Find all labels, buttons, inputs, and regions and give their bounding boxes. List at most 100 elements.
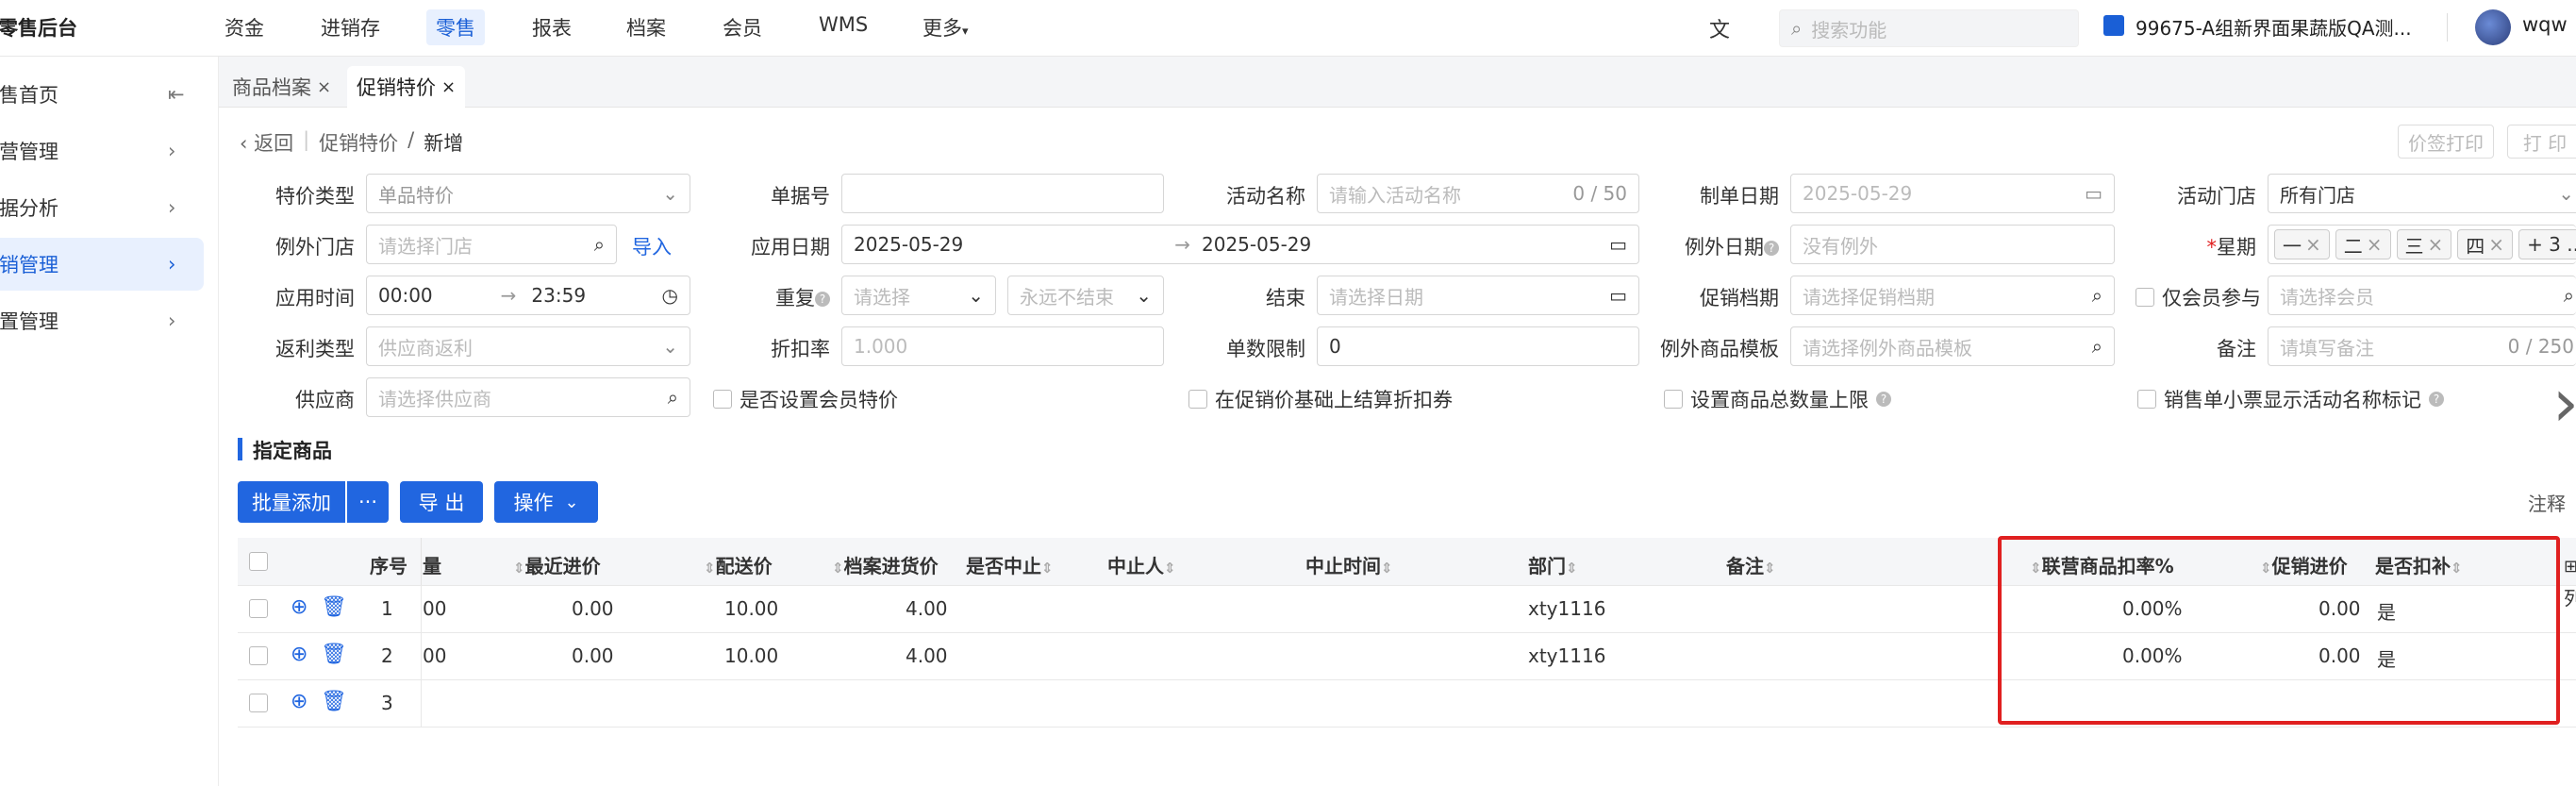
sidebar-item-promotion[interactable]: 促销管理› xyxy=(0,238,204,291)
bill-date-label: 制单日期 xyxy=(1700,185,1779,208)
nav-item-inventory[interactable]: 进销存 xyxy=(321,13,380,42)
store-name[interactable]: 99675-A组新界面果蔬版QA测... xyxy=(2136,13,2412,41)
receipt-mark-checkbox[interactable]: 销售单小票显示活动名称标记? xyxy=(2137,385,2444,413)
nav-item-archive[interactable]: 档案 xyxy=(626,13,666,42)
supplier-input[interactable]: 请选择供应商 ⌕ xyxy=(366,377,690,417)
special-type-select[interactable]: 单品特价 ⌄ xyxy=(366,174,690,213)
user-name[interactable]: wqw xyxy=(2522,13,2568,36)
repeat-end-select[interactable]: 永远不结束 ⌄ xyxy=(1007,276,1164,315)
row-checkbox[interactable] xyxy=(249,599,268,618)
trash-icon[interactable]: 🗑 xyxy=(321,690,347,713)
nav-item-member[interactable]: 会员 xyxy=(723,13,762,42)
col-header-suspended[interactable]: 是否中止⇕ xyxy=(966,551,1054,578)
discount-input[interactable]: 1.000 xyxy=(841,326,1164,366)
calc-discount-checkbox[interactable]: 在促销价基础上结算折扣券 xyxy=(1188,385,1453,413)
collapse-icon[interactable]: ⇤ xyxy=(168,83,185,106)
import-link[interactable]: 导入 xyxy=(632,232,672,260)
col-header-suspend-time[interactable]: 中止时间⇕ xyxy=(1305,551,1393,578)
apply-time-range[interactable]: 00:00 → 23:59 ◷ xyxy=(366,276,690,315)
exclude-store-input[interactable]: 请选择门店 ⌕ xyxy=(366,225,617,264)
sort-icon: ⇕ xyxy=(832,560,844,577)
week-tag[interactable]: 二 × xyxy=(2335,229,2391,259)
price-tag-print-button[interactable]: 价签打印 xyxy=(2398,125,2494,159)
translate-icon[interactable]: 文 xyxy=(1709,13,1730,43)
col-header-recent-price[interactable]: ⇕最近进价 xyxy=(513,551,601,578)
member-only-checkbox[interactable]: 仅会员参与 xyxy=(2136,283,2261,311)
row-checkbox[interactable] xyxy=(249,646,268,665)
exclude-template-input[interactable]: 请选择例外商品模板 ⌕ xyxy=(1790,326,2115,366)
rebate-type-select[interactable]: 供应商返利 ⌄ xyxy=(366,326,690,366)
close-icon[interactable]: × xyxy=(2367,233,2383,256)
remark-input[interactable]: 请填写备注 0 / 250 xyxy=(2268,326,2576,366)
close-icon[interactable]: × xyxy=(2488,233,2504,256)
tab-product-archive[interactable]: 商品档案 × xyxy=(223,66,341,108)
sidebar-item-settings[interactable]: 设置管理› xyxy=(0,294,204,347)
col-header-file-price[interactable]: ⇕档案进货价 xyxy=(832,551,939,578)
close-icon[interactable]: × xyxy=(2428,233,2444,256)
tab-promo-special[interactable]: 促销特价 × xyxy=(347,66,466,108)
back-link[interactable]: ‹ 返回 xyxy=(240,128,293,157)
promo-file-input[interactable]: 请选择促销档期 ⌕ xyxy=(1790,276,2115,315)
trash-icon[interactable]: 🗑 xyxy=(321,595,347,619)
qty-limit-input[interactable]: 0 xyxy=(1317,326,1639,366)
nav-item-more[interactable]: 更多▾ xyxy=(922,13,969,42)
close-icon[interactable]: × xyxy=(2305,233,2321,256)
column-edge-text: 列 xyxy=(2564,587,2576,610)
week-tag[interactable]: 四 × xyxy=(2457,229,2514,259)
help-icon[interactable]: ? xyxy=(1876,392,1891,407)
total-limit-checkbox[interactable]: 设置商品总数量上限? xyxy=(1664,385,1891,413)
nav-item-funds[interactable]: 资金 xyxy=(224,13,264,42)
sort-icon: ⇕ xyxy=(704,560,716,577)
trash-icon[interactable]: 🗑 xyxy=(321,643,347,666)
add-circle-icon[interactable]: ⊕ xyxy=(291,595,307,619)
activity-name-input[interactable]: 请输入活动名称 0 / 50 xyxy=(1317,174,1639,213)
col-header-remark[interactable]: 备注⇕ xyxy=(1726,551,1776,578)
export-button[interactable]: 导 出 xyxy=(400,481,483,523)
nav-item-retail[interactable]: 零售 xyxy=(426,9,485,45)
row-checkbox[interactable] xyxy=(249,694,268,712)
col-header-qty[interactable]: 量 xyxy=(423,551,441,578)
operation-button[interactable]: 操作 ⌄ xyxy=(494,481,598,523)
batch-add-more-button[interactable]: ··· xyxy=(347,481,389,523)
column-setting-icon[interactable]: ⊞ xyxy=(2564,557,2576,577)
exclude-date-input[interactable]: 没有例外 xyxy=(1790,225,2115,264)
apply-date-label: 应用日期 xyxy=(751,236,830,259)
week-tag[interactable]: 三 × xyxy=(2396,229,2452,259)
help-icon[interactable]: ? xyxy=(815,292,830,307)
sidebar-item-analytics[interactable]: 数据分析› xyxy=(0,181,204,234)
chevron-down-icon: ⌄ xyxy=(2558,182,2574,205)
nav-item-wms[interactable]: WMS xyxy=(819,13,868,36)
print-button[interactable]: 打 印 xyxy=(2507,125,2576,159)
close-icon[interactable]: × xyxy=(441,77,456,97)
help-icon[interactable]: ? xyxy=(2429,392,2444,407)
batch-add-button[interactable]: 批量添加 xyxy=(238,481,345,523)
member-special-checkbox[interactable]: 是否设置会员特价 xyxy=(713,385,898,413)
bill-date-input[interactable]: 2025-05-29 ▭ xyxy=(1790,174,2115,213)
week-select[interactable]: 一× 二× 三× 四× + 3 ... xyxy=(2268,225,2576,264)
activity-store-select[interactable]: 所有门店 ⌄ xyxy=(2268,174,2576,213)
select-all-checkbox[interactable] xyxy=(249,552,268,571)
add-circle-icon[interactable]: ⊕ xyxy=(291,690,307,713)
member-input[interactable]: 请选择会员 ⌕ xyxy=(2268,276,2576,315)
col-header-suspender[interactable]: 中止人⇕ xyxy=(1107,551,1176,578)
week-more-tag[interactable]: + 3 ... xyxy=(2518,229,2576,259)
bill-no-input[interactable] xyxy=(841,174,1164,213)
calendar-icon: ▭ xyxy=(2085,182,2102,205)
promo-file-label: 促销档期 xyxy=(1700,287,1779,309)
sidebar-item-home[interactable]: 零售首页⇤ xyxy=(0,68,204,121)
repeat-select[interactable]: 请选择 ⌄ xyxy=(841,276,996,315)
week-tag[interactable]: 一 × xyxy=(2274,229,2330,259)
chevron-right-icon[interactable]: › xyxy=(2552,370,2576,436)
sidebar-item-operations[interactable]: 运营管理› xyxy=(0,125,204,177)
close-icon[interactable]: × xyxy=(317,77,331,97)
col-header-delivery-price[interactable]: ⇕配送价 xyxy=(704,551,773,578)
help-icon[interactable]: ? xyxy=(1764,241,1779,256)
breadcrumb-parent[interactable]: 促销特价 xyxy=(319,128,398,157)
col-header-dept[interactable]: 部门⇕ xyxy=(1528,551,1578,578)
add-circle-icon[interactable]: ⊕ xyxy=(291,643,307,666)
avatar[interactable] xyxy=(2475,9,2511,45)
search-input[interactable]: ⌕ 搜索功能 xyxy=(1779,9,2079,47)
nav-item-reports[interactable]: 报表 xyxy=(532,13,572,42)
apply-date-range[interactable]: 2025-05-29 → 2025-05-29 ▭ xyxy=(841,225,1639,264)
end-date-input[interactable]: 请选择日期 ▭ xyxy=(1317,276,1639,315)
